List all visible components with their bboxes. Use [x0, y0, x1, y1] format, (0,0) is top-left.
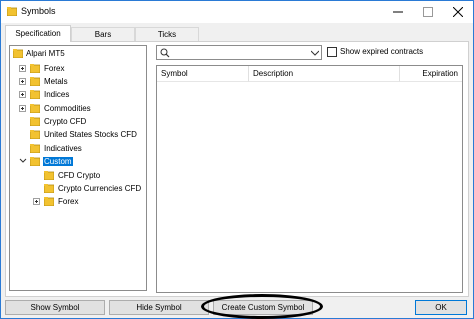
column-header-expiration[interactable]: Expiration — [400, 66, 462, 82]
tree-root-label: Alpari MT5 — [26, 49, 65, 58]
tree-item-label: Indicatives — [44, 144, 82, 153]
show-expired-label: Show expired contracts — [340, 47, 424, 56]
tree-item-label: Crypto CFD — [44, 117, 87, 126]
tree-item-label: CFD Crypto — [58, 171, 101, 180]
show-expired-checkbox[interactable] — [327, 47, 337, 57]
symbols-table[interactable]: Symbol Description Expiration — [156, 65, 463, 293]
expand-icon[interactable] — [19, 65, 26, 72]
tree-item-label: Crypto Currencies CFD — [58, 184, 142, 193]
folder-icon — [30, 64, 40, 73]
tree-item-label: Commodities — [44, 104, 91, 113]
folder-icon — [30, 157, 40, 166]
maximize-icon — [423, 7, 433, 17]
tab-ticks[interactable]: Ticks — [135, 27, 199, 41]
tree-item-label: Metals — [44, 77, 68, 86]
expand-icon[interactable] — [19, 91, 26, 98]
column-header-description[interactable]: Description — [249, 66, 400, 82]
folder-icon — [30, 104, 40, 113]
maximize-button[interactable] — [413, 1, 443, 23]
folder-icon — [7, 7, 17, 16]
create-custom-symbol-button[interactable]: Create Custom Symbol — [213, 300, 313, 315]
search-input[interactable] — [156, 45, 322, 60]
ok-button[interactable]: OK — [415, 300, 467, 315]
folder-icon — [30, 90, 40, 99]
close-icon — [453, 7, 463, 17]
tree-item-label: Forex — [58, 197, 79, 206]
tree-item-label: United States Stocks CFD — [44, 130, 137, 139]
minimize-icon — [393, 11, 403, 13]
show-symbol-button[interactable]: Show Symbol — [5, 300, 105, 315]
column-header-symbol[interactable]: Symbol — [157, 66, 249, 82]
folder-icon — [30, 144, 40, 153]
symbol-tree[interactable]: Alpari MT5 Forex Metals Indices Commodit… — [9, 45, 147, 291]
minimize-button[interactable] — [383, 1, 413, 23]
title-bar: Symbols — [1, 1, 473, 23]
symbols-window: Symbols Specification Bars Ticks Alpari … — [0, 0, 474, 319]
folder-icon — [44, 184, 54, 193]
close-button[interactable] — [443, 1, 473, 23]
collapse-chevron-icon[interactable] — [19, 157, 27, 165]
tree-item-label: Custom — [43, 157, 73, 166]
folder-icon — [30, 77, 40, 86]
tree-item-label: Forex — [44, 64, 65, 73]
folder-icon — [44, 171, 54, 180]
search-icon — [160, 48, 170, 58]
folder-icon — [30, 117, 40, 126]
folder-icon — [30, 130, 40, 139]
tree-item-label: Indices — [44, 90, 70, 99]
hide-symbol-button[interactable]: Hide Symbol — [109, 300, 209, 315]
tab-bars[interactable]: Bars — [71, 27, 135, 41]
chevron-down-icon[interactable] — [311, 50, 319, 56]
expand-icon[interactable] — [33, 198, 40, 205]
expand-icon[interactable] — [19, 105, 26, 112]
folder-icon — [13, 49, 23, 58]
expand-icon[interactable] — [19, 78, 26, 85]
folder-icon — [44, 197, 54, 206]
window-title: Symbols — [21, 6, 56, 16]
tab-specification[interactable]: Specification — [5, 25, 71, 42]
